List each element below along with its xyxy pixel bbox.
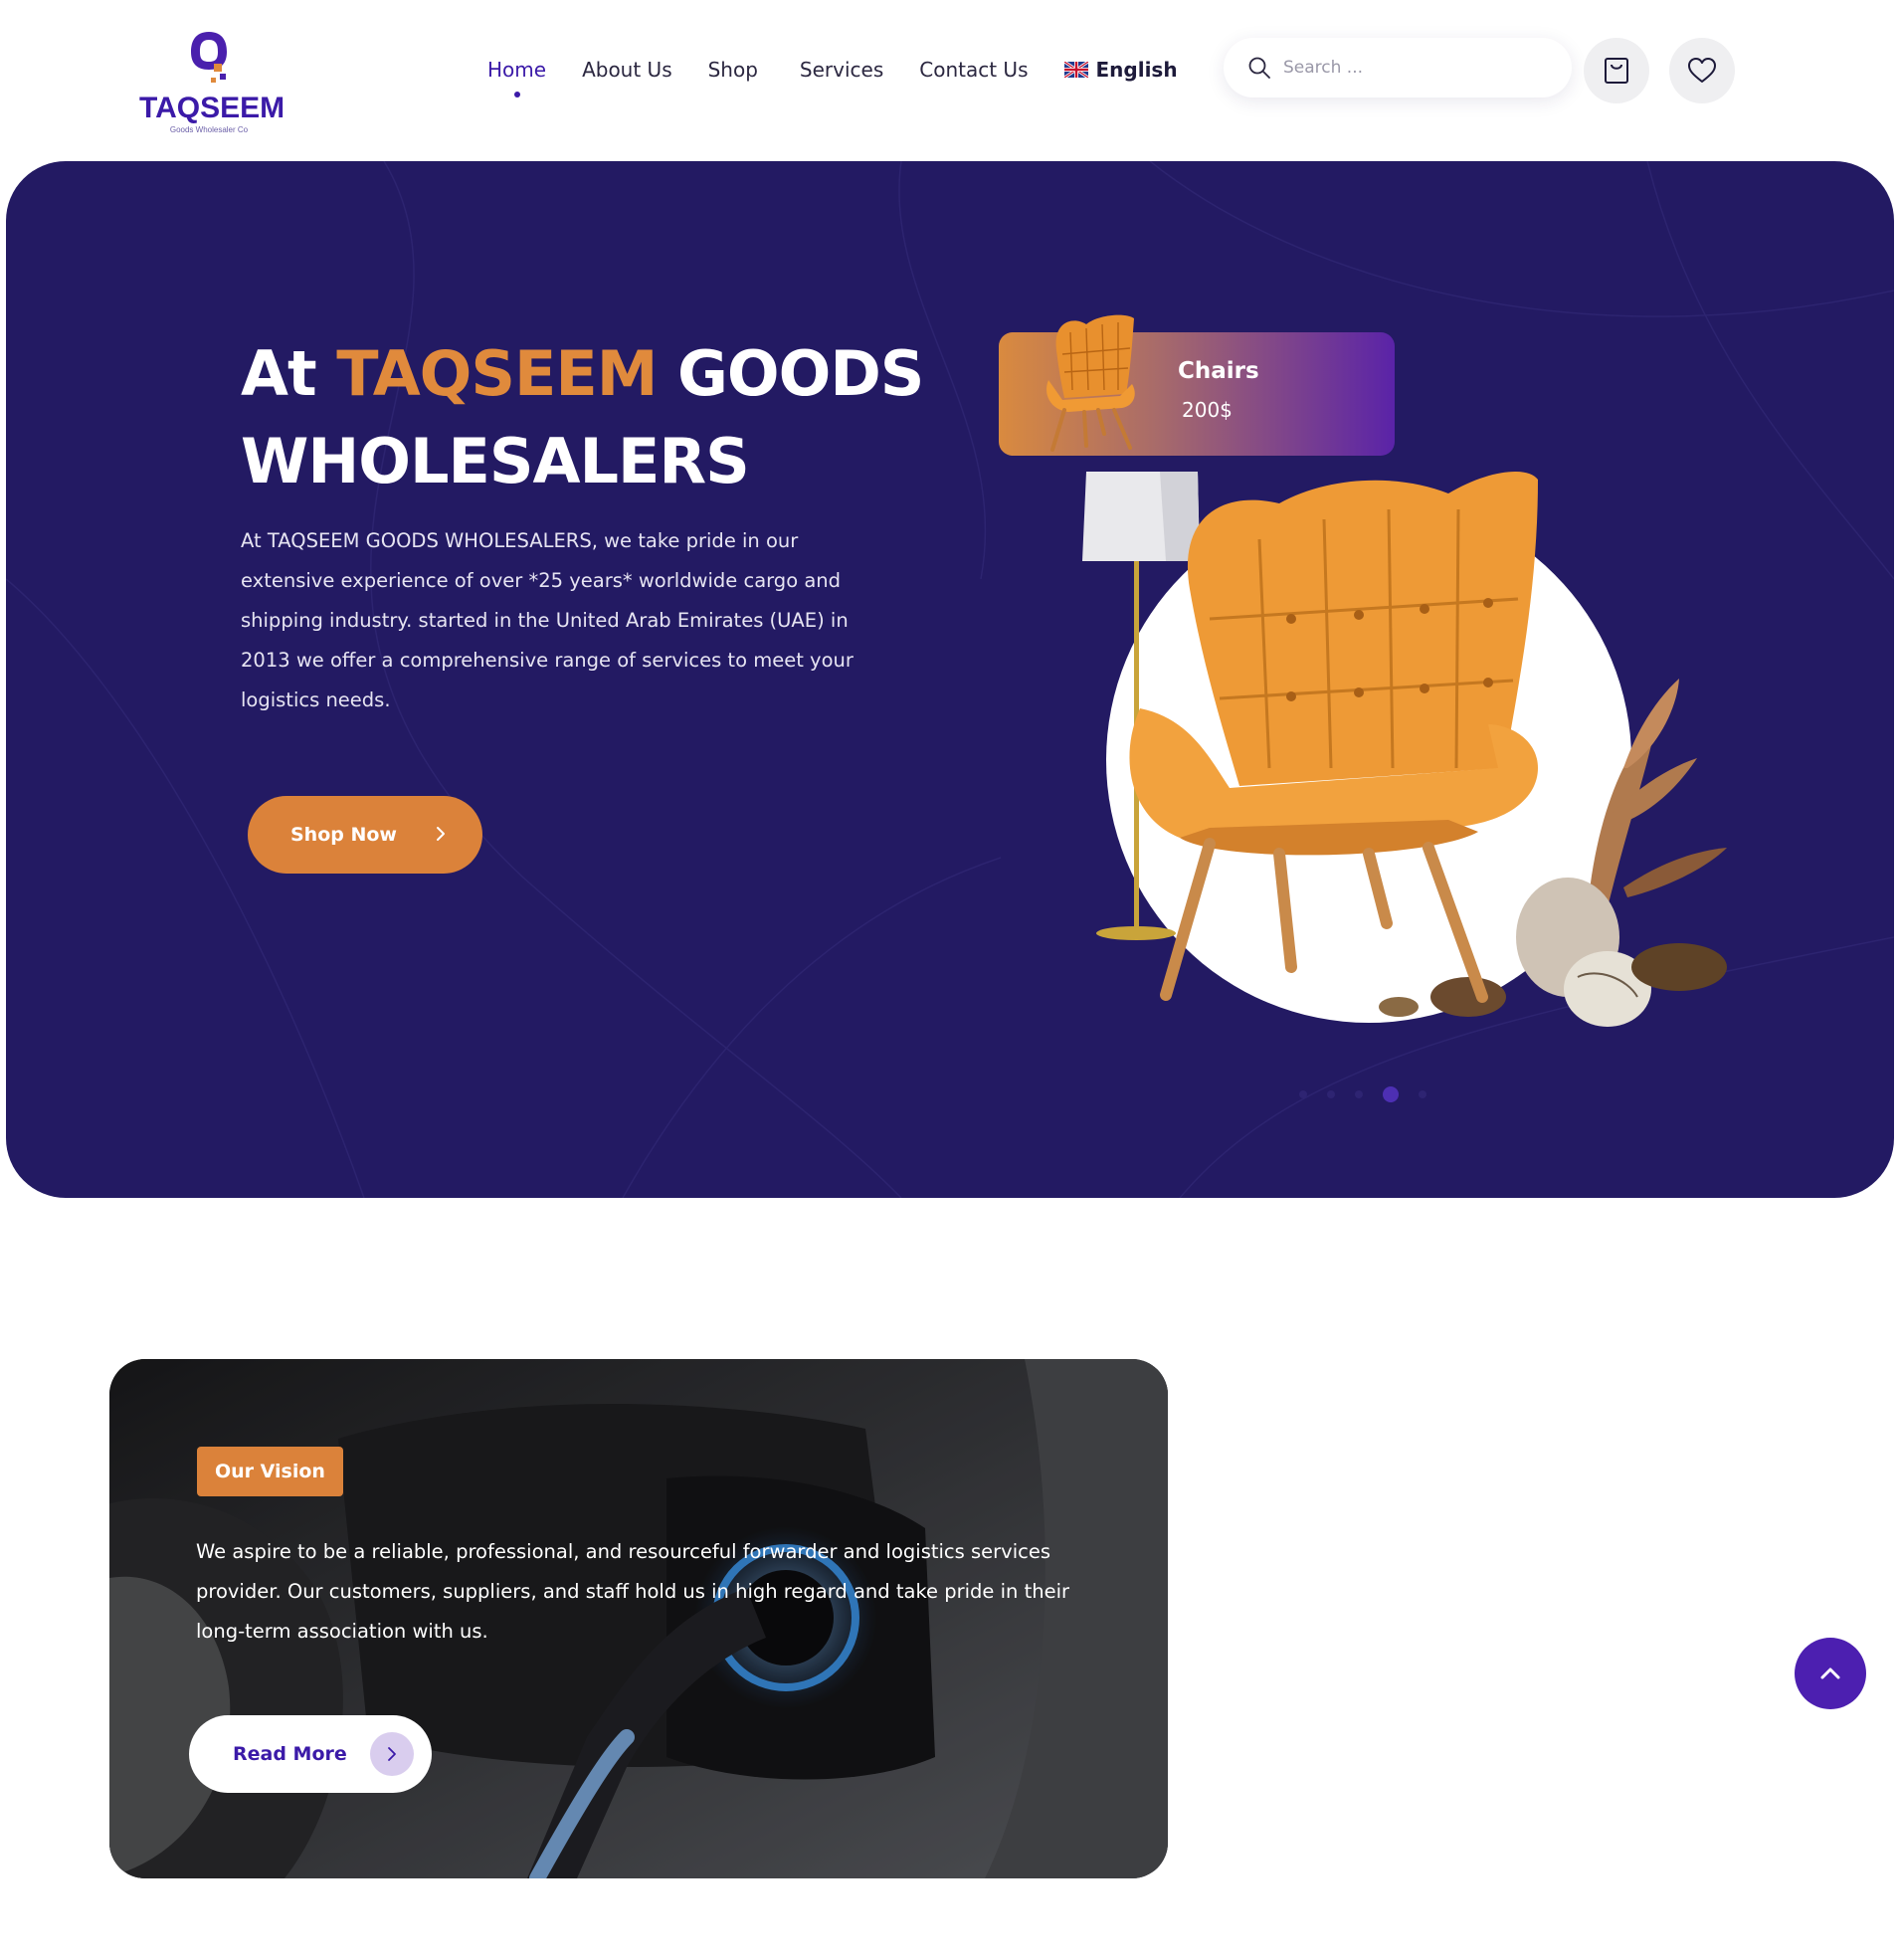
nav-home[interactable]: Home — [487, 58, 546, 98]
search-box — [1224, 38, 1572, 98]
nav-about-us[interactable]: About Us — [582, 58, 672, 82]
chevron-up-icon — [1820, 1667, 1840, 1679]
slider-dot[interactable] — [1299, 1090, 1307, 1098]
nav-contact-us[interactable]: Contact Us — [919, 58, 1028, 82]
shop-now-label: Shop Now — [290, 824, 397, 846]
vision-card: Our Vision We aspire to be a reliable, p… — [109, 1359, 1168, 1878]
hero-title-prefix: At — [241, 337, 337, 410]
product-price: 200$ — [1182, 398, 1233, 422]
hero-slider: At TAQSEEM GOODS WHOLESALERS At TAQSEEM … — [6, 161, 1894, 1198]
heart-icon — [1688, 58, 1716, 83]
product-price-card[interactable]: Chairs 200$ — [999, 314, 1395, 456]
vision-tag: Our Vision — [197, 1447, 343, 1496]
scroll-to-top-button[interactable] — [1795, 1638, 1866, 1709]
cart-button[interactable] — [1584, 38, 1649, 103]
slider-dot[interactable] — [1355, 1090, 1363, 1098]
logo[interactable]: TAQSEEM Goods Wholesaler Co — [139, 28, 285, 137]
chevron-right-icon — [388, 1747, 396, 1761]
language-label: English — [1095, 58, 1178, 82]
slider-dot-active[interactable] — [1383, 1086, 1399, 1102]
hero-description: At TAQSEEM GOODS WHOLESALERS, we take pr… — [241, 529, 854, 711]
search-icon — [1248, 57, 1270, 79]
read-more-arrow — [370, 1732, 414, 1776]
chevron-right-icon — [437, 827, 445, 841]
hero-title-goods: GOODS — [657, 337, 924, 410]
shopping-bag-icon — [1605, 58, 1628, 84]
shop-now-button[interactable]: Shop Now — [248, 796, 482, 874]
site-header: TAQSEEM Goods Wholesaler Co Home About U… — [0, 0, 1900, 149]
slider-dot[interactable] — [1419, 1090, 1426, 1098]
armchair-product-image — [1082, 471, 1727, 1027]
logo-mark-icon — [191, 32, 227, 83]
wishlist-button[interactable] — [1669, 38, 1735, 103]
read-more-button[interactable]: Read More — [189, 1715, 432, 1793]
logo-wordmark: TAQSEEM — [139, 92, 285, 124]
slider-pagination — [1299, 1086, 1446, 1102]
read-more-label: Read More — [233, 1743, 347, 1765]
uk-flag-icon — [1063, 62, 1088, 78]
nav-services[interactable]: Services — [800, 58, 883, 82]
hero-title-accent: TAQSEEM — [336, 337, 658, 410]
chair-thumbnail-icon — [1046, 314, 1135, 452]
search-input[interactable] — [1283, 58, 1542, 78]
main-nav: Home About Us Shop Services Contact Us E… — [487, 52, 1214, 98]
language-selector[interactable]: English — [1063, 58, 1178, 82]
product-name: Chairs — [1178, 358, 1259, 384]
slider-dot[interactable] — [1327, 1090, 1335, 1098]
hero-title-line-2: WHOLESALERS — [241, 425, 750, 497]
hero-title: At TAQSEEM GOODS WHOLESALERS — [241, 330, 957, 505]
logo-tagline: Goods Wholesaler Co — [169, 125, 249, 134]
nav-shop[interactable]: Shop — [708, 58, 758, 82]
vision-text: We aspire to be a reliable, professional… — [196, 1540, 1070, 1643]
